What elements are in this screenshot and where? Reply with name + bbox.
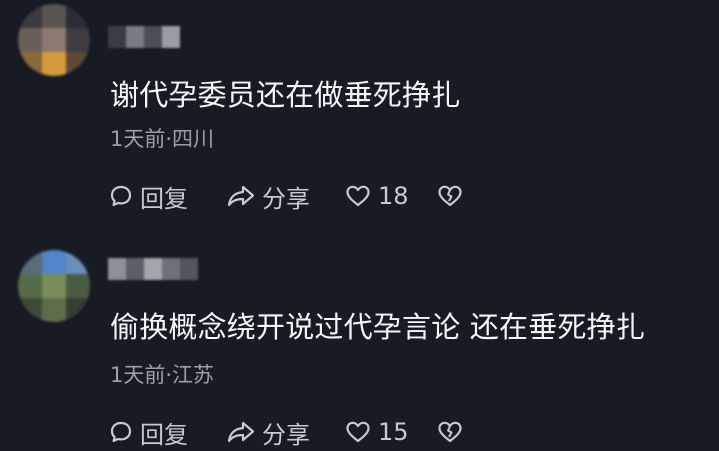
comment-actions: 回复 分享 18 xyxy=(108,178,464,214)
comment-meta: 1天前·江苏 xyxy=(110,363,215,387)
like-count: 15 xyxy=(378,418,409,446)
share-button[interactable]: 分享 xyxy=(226,179,336,214)
username-redacted[interactable] xyxy=(108,258,198,280)
dislike-button[interactable] xyxy=(436,183,464,209)
heart-outline-icon xyxy=(346,421,370,443)
comment-text: 偷换概念绕开说过代孕言论 还在垂死挣扎 xyxy=(110,310,646,344)
reply-button[interactable]: 回复 xyxy=(108,415,208,450)
avatar[interactable] xyxy=(18,4,90,76)
comment-actions: 回复 分享 15 xyxy=(108,414,464,450)
share-button[interactable]: 分享 xyxy=(226,415,336,450)
reply-label: 回复 xyxy=(140,420,188,449)
comment-bubble-icon xyxy=(110,421,132,443)
like-count: 18 xyxy=(378,182,409,210)
share-label: 分享 xyxy=(262,184,310,213)
broken-heart-icon xyxy=(438,421,462,443)
heart-outline-icon xyxy=(346,185,370,207)
comment-text: 谢代孕委员还在做垂死挣扎 xyxy=(110,78,461,112)
comment-bubble-icon xyxy=(110,185,132,207)
share-arrow-icon xyxy=(227,421,255,443)
like-button[interactable]: 18 xyxy=(344,182,430,210)
username-redacted[interactable] xyxy=(108,26,180,48)
reply-button[interactable]: 回复 xyxy=(108,179,208,214)
share-arrow-icon xyxy=(227,185,255,207)
broken-heart-icon xyxy=(438,185,462,207)
dislike-button[interactable] xyxy=(436,419,464,445)
reply-label: 回复 xyxy=(140,184,188,213)
comment-meta: 1天前·四川 xyxy=(110,127,215,151)
avatar[interactable] xyxy=(18,250,90,322)
share-label: 分享 xyxy=(262,420,310,449)
like-button[interactable]: 15 xyxy=(344,418,430,446)
